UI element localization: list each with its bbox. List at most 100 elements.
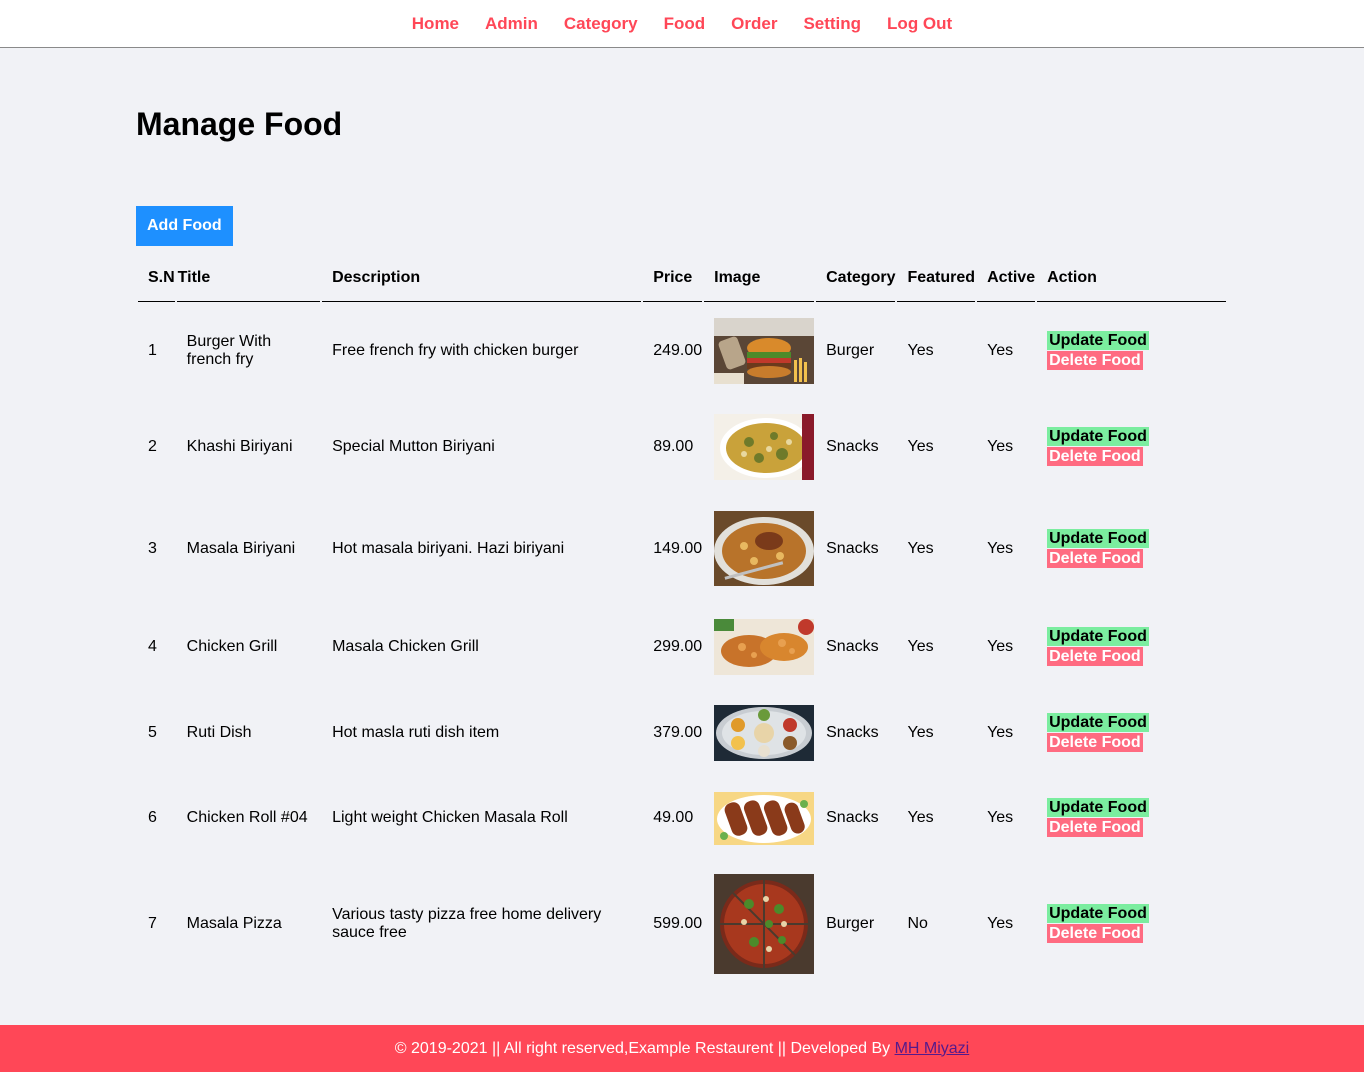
cell-title: Chicken Roll #04: [186, 809, 308, 826]
cell-price: 299.00: [653, 638, 703, 655]
cell-featured: No: [907, 915, 928, 932]
cell-description: Special Mutton Biriyani: [332, 438, 495, 455]
table-row: 4 Chicken Grill Masala Chicken Grill 299.00…: [138, 603, 1226, 691]
update-food-button[interactable]: Update Food: [1047, 427, 1149, 446]
cell-image: [704, 400, 815, 494]
cell-title: Chicken Grill: [186, 638, 278, 655]
cell-category: Snacks: [826, 438, 879, 455]
cell-active: Yes: [987, 342, 1014, 359]
cell-title: Burger With french fry: [186, 333, 272, 368]
delete-food-button[interactable]: Delete Food: [1047, 548, 1143, 568]
cell-category: Snacks: [826, 638, 879, 655]
cell-action: Update Food Delete Food: [1037, 775, 1226, 861]
cell-description: Hot masala biriyani. Hazi biriyani: [332, 539, 565, 557]
header-description: Description: [322, 254, 642, 302]
footer-text: © 2019-2021 || All right reserved,Exampl…: [395, 1040, 969, 1058]
menu-list: Home Admin Category Food Order Setting L…: [0, 0, 1364, 47]
cell-image: [704, 693, 815, 773]
table-row: 6 Chicken Roll #04 Light weight Chicken Ma…: [138, 775, 1226, 861]
cell-category: Burger: [826, 915, 875, 932]
cell-active: Yes: [987, 915, 1014, 932]
footer: © 2019-2021 || All right reserved,Exampl…: [0, 1025, 1364, 1072]
cell-action: Update Food Delete Food: [1037, 603, 1226, 691]
cell-price: 379.00: [653, 724, 703, 741]
cell-image: [704, 496, 815, 601]
top-menu: Home Admin Category Food Order Setting L…: [0, 0, 1364, 48]
cell-price: 49.00: [653, 809, 694, 826]
cell-active: Yes: [987, 539, 1014, 557]
cell-featured: Yes: [907, 809, 934, 826]
table-row: 7 Masala Pizza Various tasty pizza free ho…: [138, 863, 1226, 985]
cell-sn: 1: [148, 342, 157, 359]
cell-description: Various tasty pizza free home delivery s…: [332, 906, 602, 941]
cell-action: Update Food Delete Food: [1037, 863, 1226, 985]
menu-admin-link[interactable]: Admin: [485, 14, 538, 33]
masala-biriyani-food-image: [714, 511, 815, 586]
cell-active: Yes: [987, 638, 1014, 655]
cell-featured: Yes: [907, 539, 934, 557]
cell-action: Update Food Delete Food: [1037, 496, 1226, 601]
burger-food-image: [714, 318, 815, 384]
cell-sn: 5: [148, 724, 157, 741]
cell-sn: 4: [148, 638, 157, 655]
update-food-button[interactable]: Update Food: [1047, 713, 1149, 732]
delete-food-button[interactable]: Delete Food: [1047, 351, 1143, 370]
delete-food-button[interactable]: Delete Food: [1047, 924, 1143, 943]
delete-food-button[interactable]: Delete Food: [1047, 733, 1143, 752]
header-category: Category: [816, 254, 896, 302]
menu-food-link[interactable]: Food: [664, 14, 706, 33]
update-food-button[interactable]: Update Food: [1047, 331, 1149, 350]
delete-food-button[interactable]: Delete Food: [1047, 647, 1143, 666]
update-food-button[interactable]: Update Food: [1047, 798, 1149, 817]
cell-active: Yes: [987, 438, 1014, 455]
menu-home-link[interactable]: Home: [412, 14, 459, 33]
page-title: Manage Food: [136, 106, 343, 142]
cell-description: Masala Chicken Grill: [332, 638, 479, 655]
chicken-roll-food-image: [714, 791, 815, 845]
cell-featured: Yes: [907, 724, 934, 741]
delete-food-button[interactable]: Delete Food: [1047, 447, 1143, 466]
cell-sn: 6: [148, 809, 157, 826]
cell-featured: Yes: [907, 638, 934, 655]
header-active: Active: [977, 254, 1036, 302]
delete-food-button[interactable]: Delete Food: [1047, 818, 1143, 837]
cell-featured: Yes: [907, 342, 934, 359]
developer-link[interactable]: MH Miyazi: [895, 1040, 970, 1057]
cell-category: Snacks: [826, 539, 879, 557]
cell-title: Masala Pizza: [186, 915, 282, 932]
cell-action: Update Food Delete Food: [1037, 304, 1226, 398]
cell-sn: 7: [148, 915, 157, 932]
header-image: Image: [704, 254, 815, 302]
cell-action: Update Food Delete Food: [1037, 400, 1226, 494]
add-food-button[interactable]: Add Food: [136, 206, 233, 246]
cell-description: Hot masla ruti dish item: [332, 724, 500, 741]
header-action: Action: [1037, 254, 1226, 302]
menu-setting-link[interactable]: Setting: [803, 14, 861, 33]
table-row: 1 Burger With french fry Free french fry w…: [138, 304, 1226, 398]
cell-title: Khashi Biriyani: [186, 438, 293, 455]
cell-description: Free french fry with chicken burger: [332, 342, 579, 359]
menu-category-link[interactable]: Category: [564, 14, 638, 33]
table-row: 3 Masala Biriyani Hot masala biriyani. Haz…: [138, 496, 1226, 601]
table-header-row: S.N Title Description Price Image Catego…: [138, 254, 1226, 302]
menu-logout-link[interactable]: Log Out: [887, 14, 952, 33]
menu-order-link[interactable]: Order: [731, 14, 777, 33]
cell-sn: 3: [148, 539, 157, 557]
header-title: Title: [176, 254, 321, 302]
cell-price: 89.00: [653, 438, 694, 455]
chicken-grill-food-image: [714, 619, 815, 675]
update-food-button[interactable]: Update Food: [1047, 904, 1149, 923]
cell-price: 599.00: [653, 915, 703, 932]
cell-title: Masala Biriyani: [186, 539, 296, 557]
update-food-button[interactable]: Update Food: [1047, 627, 1149, 646]
header-price: Price: [643, 254, 703, 302]
cell-active: Yes: [987, 724, 1014, 741]
update-food-button[interactable]: Update Food: [1047, 528, 1149, 548]
food-table: S.N Title Description Price Image Catego…: [136, 252, 1228, 987]
cell-description: Light weight Chicken Masala Roll: [332, 809, 568, 826]
cell-image: [704, 304, 815, 398]
biriyani-food-image: [714, 414, 815, 480]
cell-price: 249.00: [653, 342, 703, 359]
header-sn: S.N: [138, 254, 175, 302]
ruti-dish-food-image: [714, 705, 815, 761]
